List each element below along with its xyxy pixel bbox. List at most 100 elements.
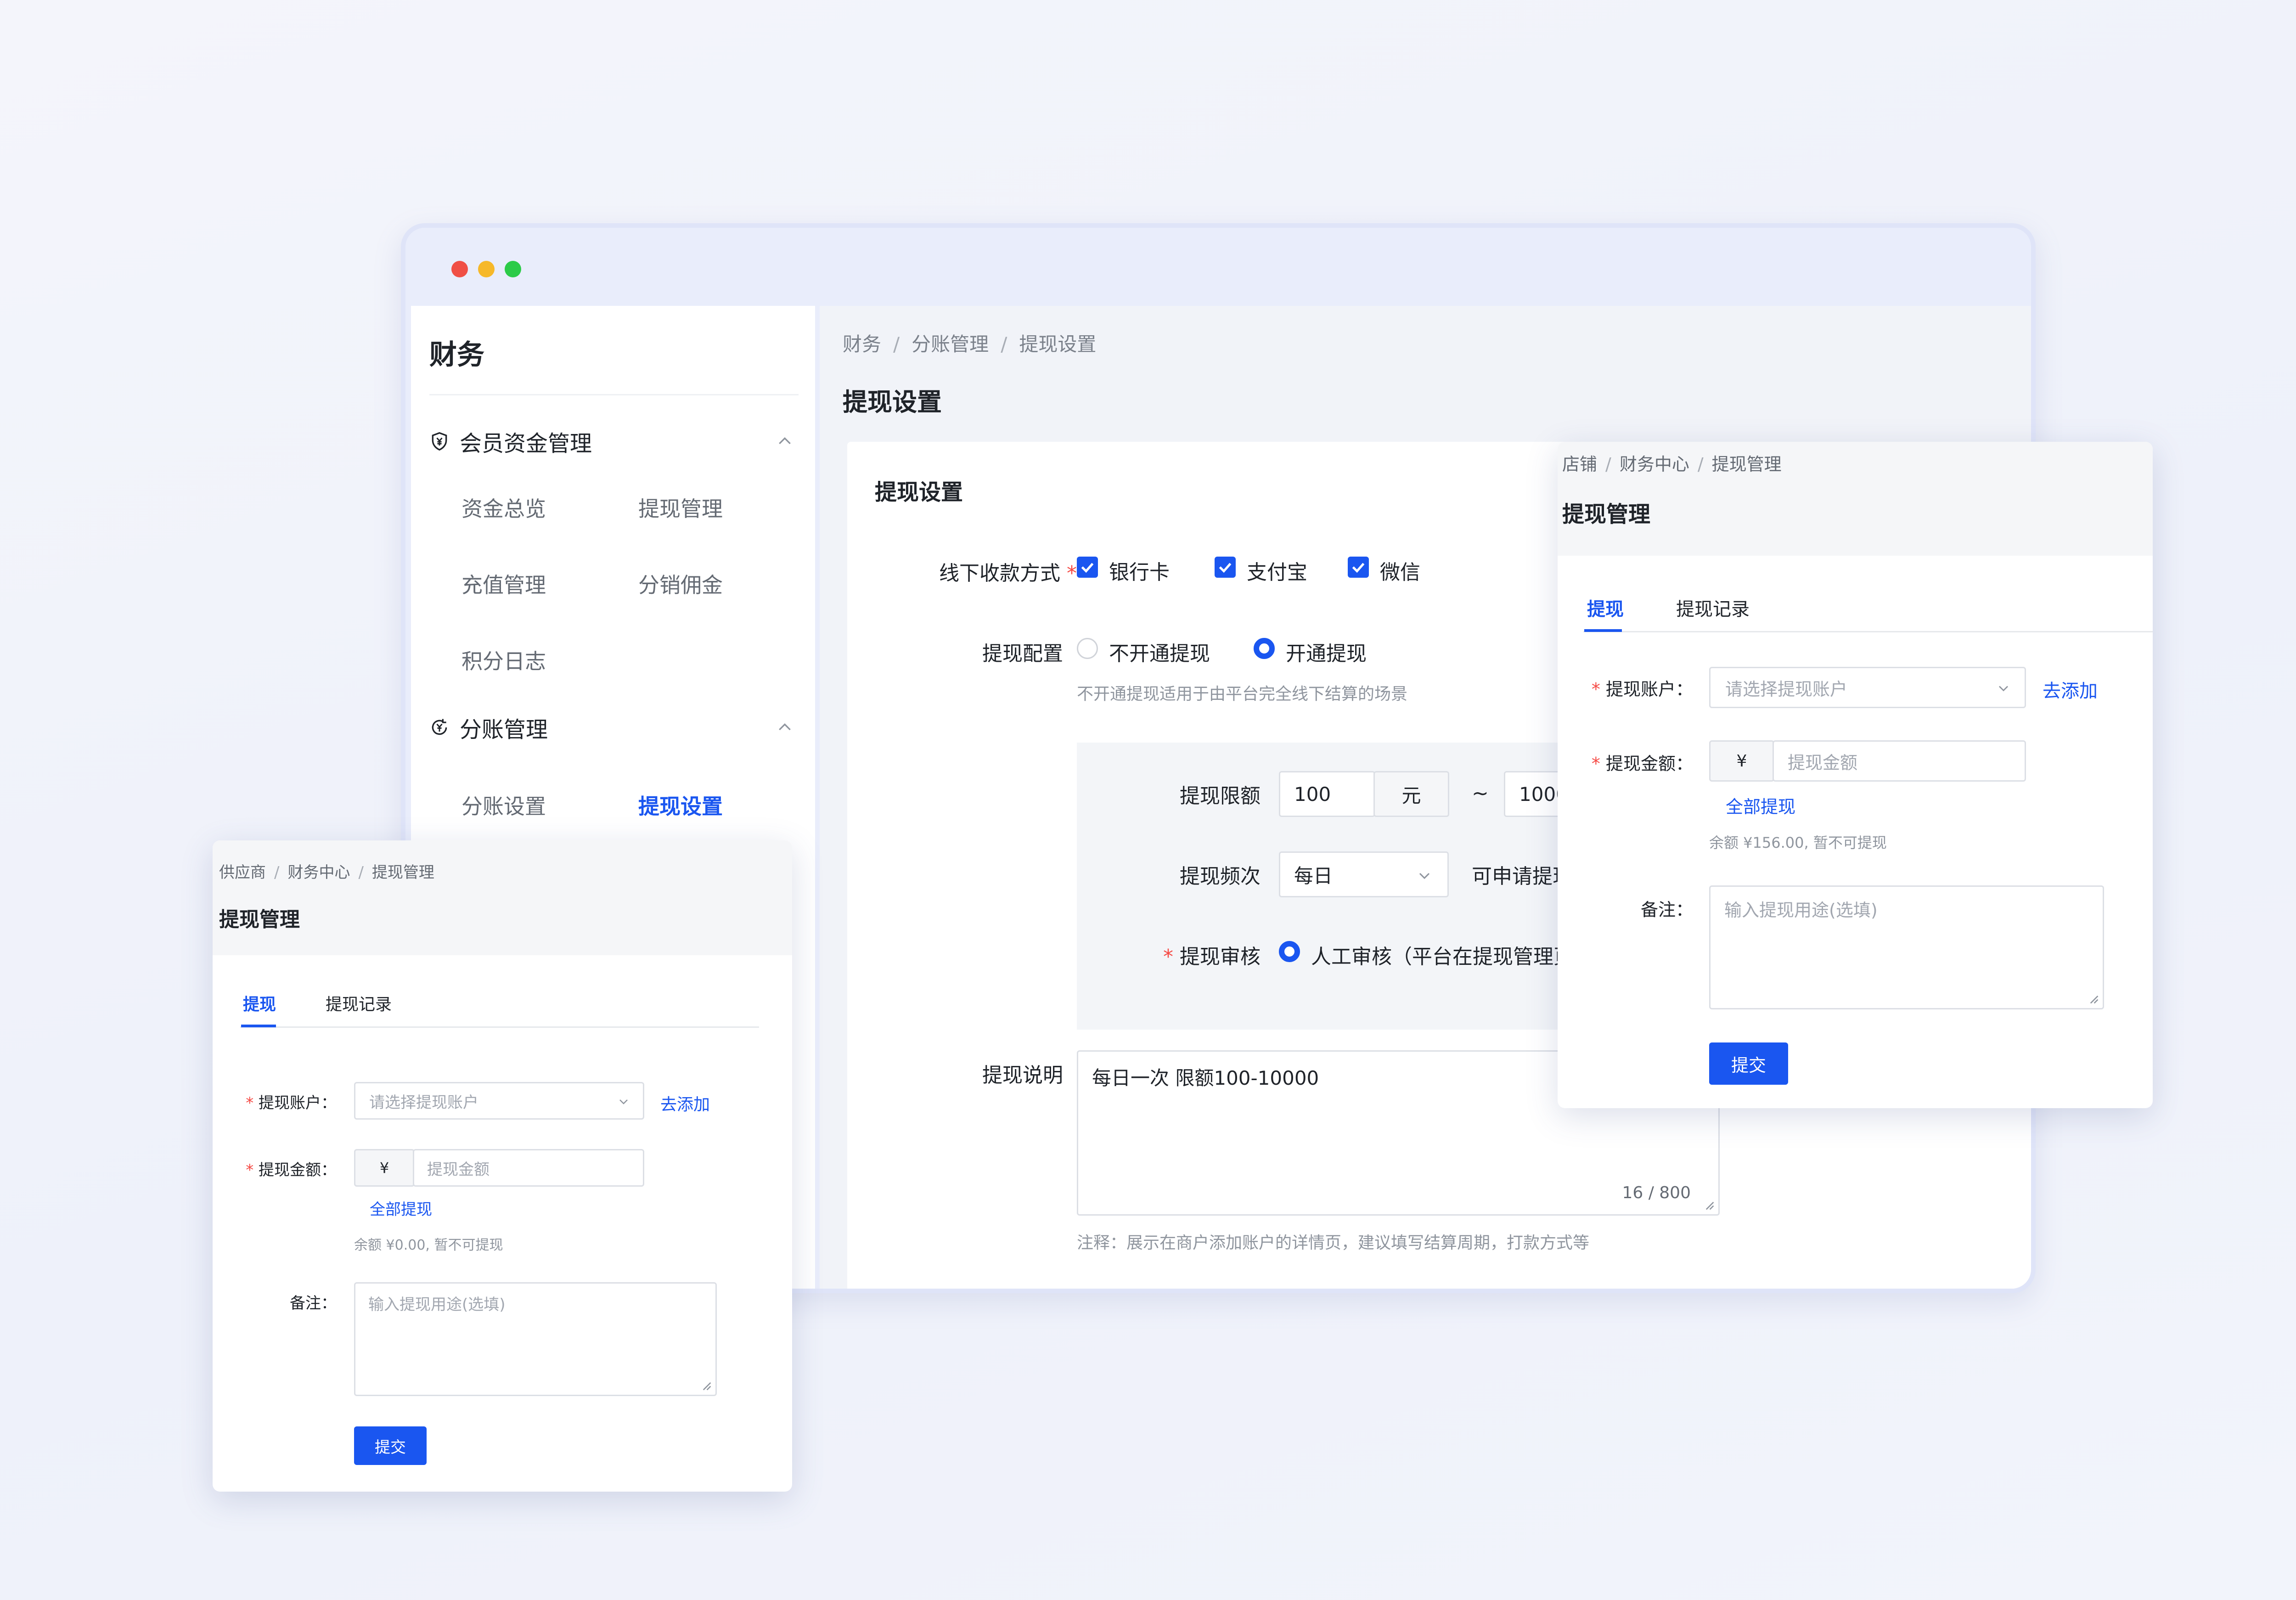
chevron-down-icon — [1419, 873, 1430, 879]
option-enable-withdraw[interactable]: 开通提现 — [1286, 637, 1367, 666]
account-select[interactable]: 请选择提现账户 — [354, 1082, 644, 1120]
sidebar-group-member-funds[interactable]: 会员资金管理 — [429, 423, 799, 460]
submit-button[interactable]: 提交 — [1709, 1042, 1788, 1085]
withdraw-all-link[interactable]: 全部提现 — [1726, 793, 1795, 818]
tab-divider — [1583, 631, 2153, 632]
resize-handle-icon[interactable] — [700, 1379, 712, 1391]
check-icon — [1352, 563, 1365, 573]
checkbox-alipay[interactable] — [1215, 557, 1236, 578]
amount-input[interactable]: 提现金额 — [1773, 740, 2026, 782]
breadcrumb-item[interactable]: 财务中心 — [287, 863, 350, 882]
breadcrumb-item[interactable]: 店铺 — [1562, 454, 1597, 474]
chevron-up-icon[interactable] — [776, 432, 794, 451]
card-title: 提现设置 — [875, 479, 963, 505]
check-icon — [1081, 563, 1094, 573]
remark-label: 备注： — [1640, 900, 1693, 920]
account-label: * 提现账户： — [246, 1094, 337, 1112]
remark-textarea[interactable]: 输入提现用途(选填) — [1709, 885, 2104, 1009]
radio-enable-withdraw[interactable] — [1254, 638, 1275, 659]
window-minimize-button[interactable] — [478, 261, 495, 277]
chevron-down-icon — [1999, 686, 2008, 692]
option-disable-withdraw[interactable]: 不开通提现 — [1109, 637, 1210, 666]
account-select[interactable]: 请选择提现账户 — [1709, 667, 2026, 708]
breadcrumb-item[interactable]: 分账管理 — [912, 333, 989, 355]
amount-input[interactable]: 提现金额 — [413, 1149, 644, 1187]
withdraw-config-hint: 不开通提现适用于由平台完全线下结算的场景 — [1077, 685, 1408, 704]
breadcrumb: 供应商 / 财务中心 / 提现管理 — [219, 863, 434, 882]
sidebar-title: 财务 — [429, 339, 484, 371]
description-counter: 16 / 800 — [1622, 1183, 1691, 1202]
balance-note: 余额 ¥156.00, 暂不可提现 — [1709, 834, 1887, 851]
add-account-link[interactable]: 去添加 — [660, 1091, 710, 1115]
limit-range-tilde: ~ — [1472, 782, 1489, 805]
breadcrumb-item[interactable]: 财务 — [843, 333, 881, 355]
window-maximize-button[interactable] — [505, 261, 521, 277]
chevron-up-icon[interactable] — [776, 718, 794, 737]
sidebar-item-distribution-commission[interactable]: 分销佣金 — [638, 569, 723, 599]
limit-min-input[interactable]: 100 — [1279, 771, 1375, 817]
account-select-placeholder: 请选择提现账户 — [369, 1093, 478, 1112]
sidebar-item-withdraw-management[interactable]: 提现管理 — [638, 492, 723, 523]
sidebar-item-recharge-management[interactable]: 充值管理 — [461, 569, 546, 599]
sidebar-item-withdraw-settings[interactable]: 提现设置 — [638, 790, 723, 820]
tab-withdraw[interactable]: 提现 — [1587, 594, 1624, 621]
sidebar-divider — [429, 394, 799, 395]
tab-withdraw[interactable]: 提现 — [243, 991, 276, 1015]
resize-handle-icon[interactable] — [2087, 992, 2099, 1004]
frequency-select[interactable]: 每日 — [1279, 851, 1449, 897]
amount-label: * 提现金额： — [1591, 754, 1693, 774]
resize-handle-icon[interactable] — [1703, 1199, 1715, 1211]
panel-title: 提现管理 — [1562, 501, 1651, 527]
tab-divider — [240, 1026, 759, 1028]
tab-active-indicator — [1584, 629, 1622, 632]
option-alipay[interactable]: 支付宝 — [1247, 556, 1307, 585]
offline-payment-label: 线下收款方式 * — [939, 562, 1077, 585]
window-titlebar — [405, 228, 2031, 306]
description-note: 注释：展示在商户添加账户的详情页，建议填写结算周期，打款方式等 — [1077, 1234, 1590, 1252]
tab-withdraw-records[interactable]: 提现记录 — [326, 991, 392, 1015]
checkbox-wechat[interactable] — [1348, 557, 1369, 578]
remark-textarea[interactable]: 输入提现用途(选填) — [354, 1282, 717, 1396]
add-account-link[interactable]: 去添加 — [2043, 676, 2098, 703]
breadcrumb-item[interactable]: 供应商 — [219, 863, 266, 882]
description-label: 提现说明 — [982, 1064, 1063, 1087]
remark-label: 备注： — [290, 1294, 337, 1313]
review-label: * 提现审核 — [1163, 945, 1261, 969]
option-wechat[interactable]: 微信 — [1380, 556, 1420, 585]
checkbox-bank-card[interactable] — [1077, 557, 1098, 578]
remark-placeholder: 输入提现用途(选填) — [1724, 900, 1878, 920]
account-label: * 提现账户： — [1591, 679, 1693, 699]
panel-title: 提现管理 — [219, 908, 300, 931]
option-manual-review[interactable]: 人工审核（平台在提现管理页 — [1311, 940, 1574, 969]
breadcrumb-item: 提现管理 — [371, 863, 434, 882]
withdraw-all-link[interactable]: 全部提现 — [370, 1197, 432, 1219]
currency-addon: ¥ — [354, 1149, 415, 1187]
supplier-withdraw-panel: 供应商 / 财务中心 / 提现管理 提现管理 提现 提现记录 * 提现账户： 请选择提现… — [213, 840, 792, 1492]
breadcrumb-item[interactable]: 财务中心 — [1620, 454, 1689, 474]
sidebar-group-split-accounts[interactable]: 分账管理 — [429, 709, 799, 746]
panel-header — [213, 840, 792, 955]
tab-withdraw-records[interactable]: 提现记录 — [1676, 594, 1750, 621]
sidebar-group-label: 会员资金管理 — [460, 431, 592, 456]
limit-unit-addon: 元 — [1373, 771, 1449, 817]
frequency-select-value: 每日 — [1294, 864, 1333, 887]
radio-manual-review[interactable] — [1279, 941, 1300, 962]
sidebar-item-points-log[interactable]: 积分日志 — [461, 645, 546, 675]
option-bank-card[interactable]: 银行卡 — [1109, 556, 1170, 585]
sidebar-item-split-settings[interactable]: 分账设置 — [461, 790, 546, 820]
description-text: 每日一次 限额100-10000 — [1092, 1067, 1319, 1089]
sidebar-item-funds-overview[interactable]: 资金总览 — [461, 492, 546, 523]
withdraw-config-label: 提现配置 — [982, 642, 1063, 665]
breadcrumb-item: 提现管理 — [1711, 454, 1782, 474]
limit-label: 提现限额 — [1180, 784, 1261, 808]
submit-button[interactable]: 提交 — [354, 1426, 427, 1465]
yen-cycle-icon — [432, 719, 447, 735]
store-withdraw-panel: 店铺 / 财务中心 / 提现管理 提现管理 提现 提现记录 * 提现账户： 请选择提现账… — [1558, 442, 2153, 1108]
currency-addon: ¥ — [1709, 740, 1774, 782]
breadcrumb: 财务 / 分账管理 / 提现设置 — [843, 333, 1097, 355]
window-close-button[interactable] — [451, 261, 468, 277]
radio-disable-withdraw[interactable] — [1077, 638, 1098, 659]
frequency-label: 提现频次 — [1180, 865, 1261, 888]
remark-placeholder: 输入提现用途(选填) — [368, 1296, 506, 1314]
account-select-placeholder: 请选择提现账户 — [1725, 679, 1848, 699]
